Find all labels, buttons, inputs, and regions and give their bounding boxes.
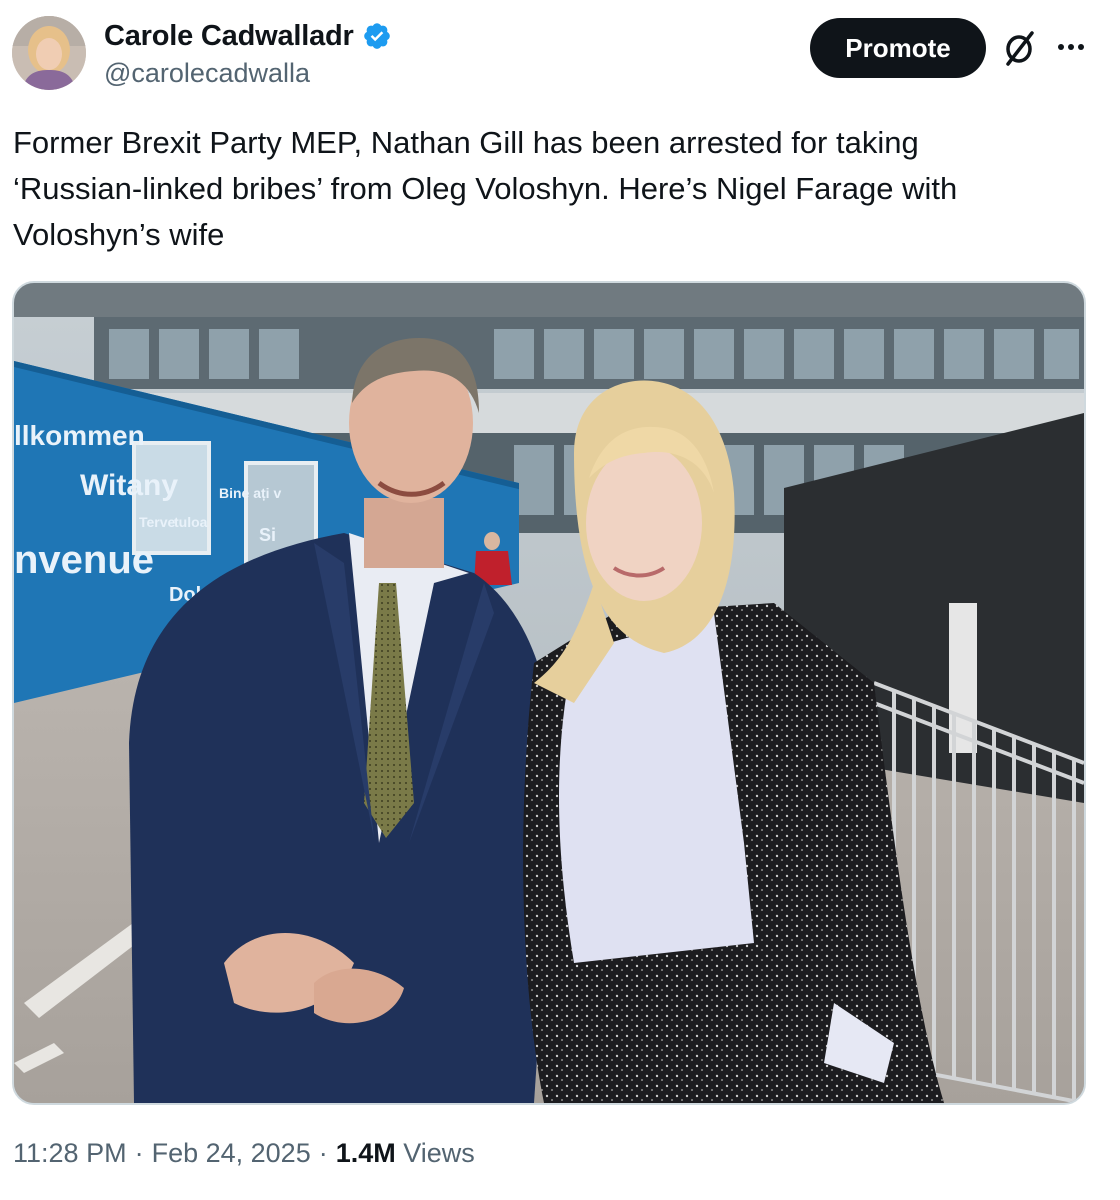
meta-separator: ·	[318, 1138, 328, 1168]
avatar-image	[12, 16, 86, 90]
views-label: Views	[403, 1138, 475, 1168]
author-handle[interactable]: @carolecadwalla	[104, 58, 310, 89]
tweet-meta: 11:28 PM · Feb 24, 2025 · 1.4M Views	[13, 1138, 475, 1169]
sign-word: llkommen	[14, 420, 145, 451]
tweet-date[interactable]: Feb 24, 2025	[152, 1138, 311, 1169]
more-dots-icon[interactable]	[1054, 32, 1088, 62]
views-count: 1.4M	[335, 1138, 396, 1168]
verified-badge-icon	[363, 23, 390, 49]
grok-slash-icon[interactable]	[1002, 28, 1038, 68]
sign-word: Bine ați v	[219, 485, 281, 501]
sign-word: nvenue	[14, 538, 154, 582]
avatar[interactable]	[12, 16, 86, 90]
tweet-text: Former Brexit Party MEP, Nathan Gill has…	[13, 120, 1093, 258]
sign-word: Si	[259, 525, 276, 545]
tweet-text-line: Voloshyn’s wife	[13, 217, 225, 252]
author-name-row: Carole Cadwalladr	[104, 18, 392, 54]
sign-word: tuloa	[174, 514, 208, 530]
sign-word: Terve	[139, 514, 176, 530]
author-display-name[interactable]: Carole Cadwalladr	[104, 20, 354, 53]
tweet-photo[interactable]: llkommen Witany Terve tuloa nvenue Dobro…	[12, 281, 1086, 1105]
tweet-time[interactable]: 11:28 PM	[13, 1138, 127, 1169]
tweet-text-line: ‘Russian-linked bribes’ from Oleg Volosh…	[13, 171, 958, 206]
photo-scene: llkommen Witany Terve tuloa nvenue Dobro…	[14, 283, 1084, 1103]
sign-word: Witany	[80, 469, 178, 502]
tweet-text-line: Former Brexit Party MEP, Nathan Gill has…	[13, 125, 919, 160]
meta-separator: ·	[134, 1138, 144, 1168]
promote-button[interactable]: Promote	[810, 18, 986, 78]
tweet-header: Carole Cadwalladr @carolecadwalla Promot…	[0, 0, 1120, 110]
